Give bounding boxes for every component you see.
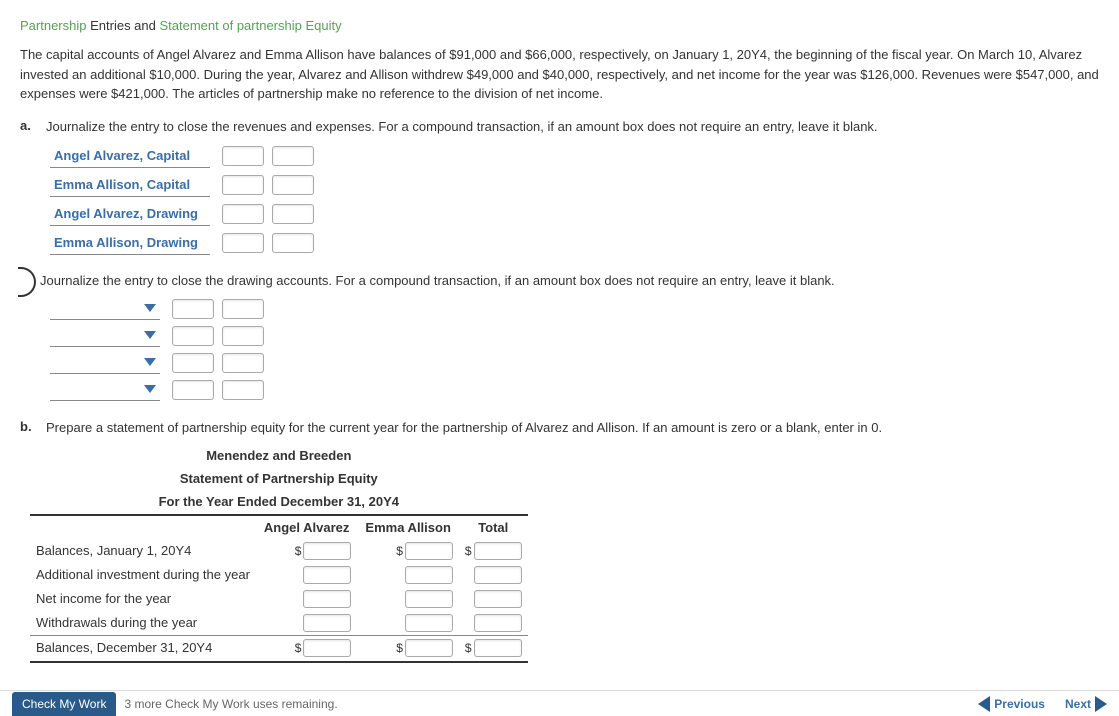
part-a-text: Journalize the entry to close the revenu…: [46, 118, 878, 136]
part-a-sub-text: Journalize the entry to close the drawin…: [40, 273, 1099, 288]
dollar-sign: $: [295, 641, 302, 655]
account-dropdown[interactable]: [50, 379, 160, 401]
check-my-work-button[interactable]: Check My Work: [12, 692, 116, 716]
account-link[interactable]: Angel Alvarez, Drawing: [50, 202, 210, 226]
dollar-sign: $: [396, 641, 403, 655]
credit-input[interactable]: [222, 380, 264, 400]
journal-row: Angel Alvarez, Capital: [50, 144, 1099, 168]
intro-text: The capital accounts of Angel Alvarez an…: [20, 45, 1099, 104]
equity-input[interactable]: [303, 614, 351, 632]
part-a: a. Journalize the entry to close the rev…: [20, 118, 1099, 136]
arrow-right-icon: [1095, 696, 1107, 712]
stmt-h1: Menendez and Breeden: [36, 448, 522, 463]
equity-input[interactable]: [303, 639, 351, 657]
equity-input[interactable]: [474, 590, 522, 608]
row-label: Additional investment during the year: [30, 563, 256, 587]
part-b: b. Prepare a statement of partnership eq…: [20, 419, 1099, 437]
debit-input[interactable]: [172, 353, 214, 373]
chevron-down-icon: [144, 304, 156, 312]
page-title: Partnership Entries and Statement of par…: [20, 18, 1099, 33]
equity-input[interactable]: [474, 639, 522, 657]
title-part2: Entries and: [90, 18, 156, 33]
equity-input[interactable]: [405, 639, 453, 657]
equity-input[interactable]: [405, 590, 453, 608]
journal-row: [50, 325, 1099, 347]
footer-bar: Check My Work 3 more Check My Work uses …: [0, 690, 1119, 716]
journal-row: Emma Allison, Capital: [50, 173, 1099, 197]
debit-input[interactable]: [222, 233, 264, 253]
chevron-down-icon: [144, 358, 156, 366]
equity-input[interactable]: [474, 614, 522, 632]
dollar-sign: $: [295, 544, 302, 558]
equity-table: Menendez and Breeden Statement of Partne…: [30, 445, 528, 663]
account-dropdown[interactable]: [50, 298, 160, 320]
journal-row: Angel Alvarez, Drawing: [50, 202, 1099, 226]
col-emma: Emma Allison: [357, 515, 458, 539]
account-link[interactable]: Angel Alvarez, Capital: [50, 144, 210, 168]
debit-input[interactable]: [172, 299, 214, 319]
equity-input[interactable]: [303, 590, 351, 608]
dollar-sign: $: [465, 544, 472, 558]
next-label: Next: [1065, 697, 1091, 711]
stmt-h3: For the Year Ended December 31, 20Y4: [36, 494, 522, 509]
col-angel: Angel Alvarez: [256, 515, 358, 539]
debit-input[interactable]: [222, 175, 264, 195]
col-total: Total: [459, 515, 528, 539]
debit-input[interactable]: [172, 380, 214, 400]
row-label: Balances, January 1, 20Y4: [30, 539, 256, 563]
credit-input[interactable]: [272, 175, 314, 195]
debit-input[interactable]: [222, 146, 264, 166]
footer-left: Check My Work 3 more Check My Work uses …: [12, 692, 338, 716]
journal-row: [50, 298, 1099, 320]
credit-input[interactable]: [272, 233, 314, 253]
arrow-left-icon: [978, 696, 990, 712]
previous-button[interactable]: Previous: [978, 696, 1045, 712]
equity-input[interactable]: [474, 542, 522, 560]
debit-input[interactable]: [172, 326, 214, 346]
equity-input[interactable]: [405, 614, 453, 632]
equity-statement: Menendez and Breeden Statement of Partne…: [30, 445, 1099, 663]
part-b-text: Prepare a statement of partnership equit…: [46, 419, 882, 437]
chevron-down-icon: [144, 385, 156, 393]
part-a-label: a.: [20, 118, 38, 133]
account-dropdown[interactable]: [50, 352, 160, 374]
title-part1: Partnership: [20, 18, 86, 33]
row-label: Withdrawals during the year: [30, 611, 256, 636]
previous-label: Previous: [994, 697, 1045, 711]
row-label: Balances, December 31, 20Y4: [30, 635, 256, 660]
row-label: Net income for the year: [30, 587, 256, 611]
journal-row: [50, 379, 1099, 401]
check-remaining-text: 3 more Check My Work uses remaining.: [124, 697, 337, 711]
credit-input[interactable]: [222, 326, 264, 346]
next-button[interactable]: Next: [1065, 696, 1107, 712]
dollar-sign: $: [465, 641, 472, 655]
journal-close-drawing: [50, 298, 1099, 401]
equity-input[interactable]: [303, 566, 351, 584]
account-dropdown[interactable]: [50, 325, 160, 347]
account-link[interactable]: Emma Allison, Drawing: [50, 231, 210, 255]
journal-close-rev-exp: Angel Alvarez, Capital Emma Allison, Cap…: [50, 144, 1099, 255]
equity-input[interactable]: [303, 542, 351, 560]
stmt-h2: Statement of Partnership Equity: [36, 471, 522, 486]
journal-row: [50, 352, 1099, 374]
chevron-down-icon: [144, 331, 156, 339]
account-link[interactable]: Emma Allison, Capital: [50, 173, 210, 197]
part-b-label: b.: [20, 419, 38, 434]
footer-right: Previous Next: [978, 696, 1107, 712]
credit-input[interactable]: [222, 299, 264, 319]
title-part3: Statement of partnership Equity: [160, 18, 342, 33]
equity-input[interactable]: [405, 566, 453, 584]
dollar-sign: $: [396, 544, 403, 558]
equity-input[interactable]: [405, 542, 453, 560]
debit-input[interactable]: [222, 204, 264, 224]
arc-decoration: [18, 267, 36, 297]
credit-input[interactable]: [222, 353, 264, 373]
credit-input[interactable]: [272, 146, 314, 166]
journal-row: Emma Allison, Drawing: [50, 231, 1099, 255]
credit-input[interactable]: [272, 204, 314, 224]
equity-input[interactable]: [474, 566, 522, 584]
